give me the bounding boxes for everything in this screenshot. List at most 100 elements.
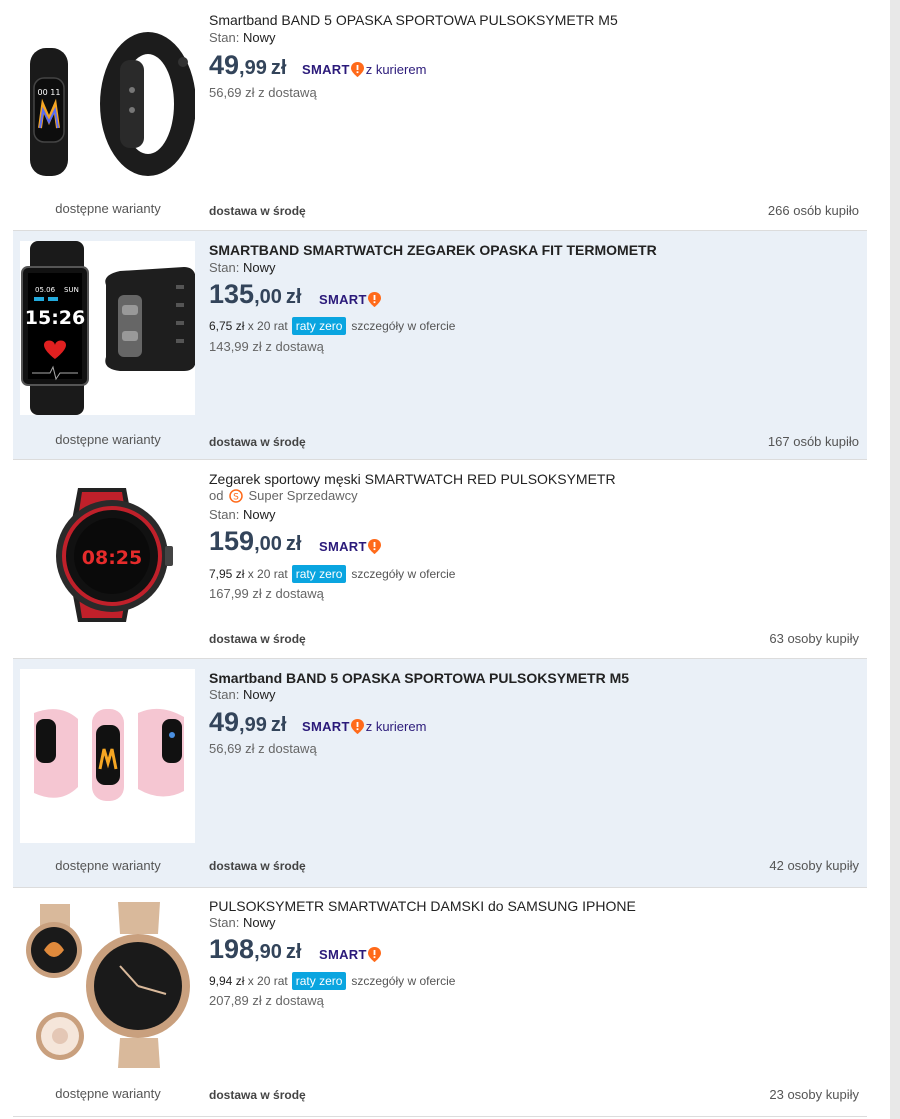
delivery-info: dostawa w środę — [209, 632, 306, 646]
price-currency: zł — [270, 57, 287, 79]
raty-zero-badge[interactable]: raty zero — [291, 972, 347, 990]
price-integer: 49 — [209, 50, 240, 80]
seller-name[interactable]: Super Sprzedawcy — [248, 488, 357, 503]
list-item[interactable]: dostępne warianty Smartband BAND 5 OPASK… — [13, 659, 867, 888]
smart-drop-icon — [350, 62, 364, 77]
smart-badge: SMART z kurierem — [302, 719, 426, 734]
smart-badge: SMART — [319, 292, 381, 307]
condition-label: Stan: — [209, 260, 240, 275]
list-item[interactable]: dostępne warianty PULSOKSYMETR SMARTWATC… — [13, 888, 867, 1117]
watch-time: 08:25 — [82, 547, 142, 569]
condition-line: Stan: Nowy — [209, 507, 276, 522]
condition-value: Nowy — [242, 507, 276, 522]
offer-title[interactable]: Smartband BAND 5 OPASKA SPORTOWA PULSOKS… — [209, 12, 618, 28]
installment-count: x 20 rat — [247, 319, 288, 333]
smart-badge: SMART — [319, 947, 381, 962]
installments-line: 6,75 zł x 20 rat raty zero szczegóły w o… — [209, 317, 455, 335]
list-item[interactable]: 00 11 dostępne warianty Smartband BAND 5… — [13, 0, 867, 231]
condition-line: Stan: Nowy — [209, 687, 276, 702]
price: 135,00 zł — [209, 279, 301, 310]
price-currency: zł — [270, 714, 287, 736]
offer-list: 00 11 dostępne warianty Smartband BAND 5… — [13, 0, 867, 1117]
price-decimal: ,99 — [239, 714, 267, 736]
delivery-info: dostawa w środę — [209, 859, 306, 873]
price-integer: 135 — [209, 279, 255, 309]
smart-word: SMART — [319, 292, 367, 307]
condition-value: Nowy — [242, 260, 276, 275]
smart-courier: z kurierem — [365, 719, 427, 734]
variants-label[interactable]: dostępne warianty — [13, 858, 203, 873]
bought-count: 63 osoby kupiły — [769, 631, 859, 646]
price: 49,99 zł — [209, 707, 286, 738]
pink-smartband-image[interactable] — [20, 669, 195, 843]
installment-count: x 20 rat — [247, 974, 288, 988]
offer-title[interactable]: SMARTBAND SMARTWATCH ZEGAREK OPASKA FIT … — [209, 242, 657, 258]
installment-details: szczegóły w ofercie — [351, 567, 456, 581]
smart-word: SMART — [319, 539, 367, 554]
installment-amount: 6,75 zł — [209, 319, 245, 333]
smart-courier: z kurierem — [365, 62, 427, 77]
installment-amount: 7,95 zł — [209, 567, 245, 581]
bought-count: 167 osób kupiło — [767, 434, 859, 449]
condition-value: Nowy — [242, 687, 276, 702]
offer-title[interactable]: PULSOKSYMETR SMARTWATCH DAMSKI do SAMSUN… — [209, 898, 636, 914]
raty-zero-badge[interactable]: raty zero — [291, 565, 347, 583]
smart-drop-icon — [367, 947, 381, 962]
installment-details: szczegóły w ofercie — [351, 974, 456, 988]
smart-word: SMART — [319, 947, 367, 962]
price-integer: 159 — [209, 526, 255, 556]
smart-badge: SMART — [319, 539, 381, 554]
svg-text:S: S — [234, 492, 240, 502]
price-integer: 49 — [209, 707, 240, 737]
black-smartband-image[interactable]: 00 11 — [20, 10, 195, 184]
seller-line: od S Super Sprzedawcy — [209, 488, 358, 503]
price-decimal: ,00 — [254, 286, 282, 308]
watch-date: 05.06 — [35, 286, 56, 294]
condition-label: Stan: — [209, 30, 240, 45]
installment-count: x 20 rat — [247, 567, 288, 581]
price-currency: zł — [285, 941, 302, 963]
bought-count: 23 osoby kupiły — [769, 1087, 859, 1102]
condition-label: Stan: — [209, 507, 240, 522]
price: 159,00 zł — [209, 526, 301, 557]
bought-count: 42 osoby kupiły — [769, 858, 859, 873]
raty-zero-badge[interactable]: raty zero — [291, 317, 347, 335]
price-currency: zł — [285, 286, 302, 308]
variants-label[interactable]: dostępne warianty — [13, 201, 203, 216]
list-item[interactable]: 08:25 Zegarek sportowy męski SMARTWATCH … — [13, 460, 867, 659]
installment-amount: 9,94 zł — [209, 974, 245, 988]
watch-time: 15:26 — [25, 307, 85, 329]
condition-value: Nowy — [242, 915, 276, 930]
red-sport-watch-image[interactable]: 08:25 — [20, 480, 195, 630]
smart-badge: SMART z kurierem — [302, 62, 426, 77]
installments-line: 9,94 zł x 20 rat raty zero szczegóły w o… — [209, 972, 455, 990]
variants-label[interactable]: dostępne warianty — [13, 1086, 203, 1101]
watch-day: SUN — [64, 286, 79, 294]
price-decimal: ,00 — [254, 533, 282, 555]
smart-word: SMART — [302, 719, 350, 734]
price-decimal: ,99 — [239, 57, 267, 79]
scrollbar[interactable] — [890, 0, 900, 1119]
variants-label[interactable]: dostępne warianty — [13, 432, 203, 447]
delivery-info: dostawa w środę — [209, 204, 306, 218]
price: 49,99 zł — [209, 50, 286, 81]
price: 198,90 zł — [209, 934, 301, 965]
price-integer: 198 — [209, 934, 255, 964]
condition-line: Stan: Nowy — [209, 260, 276, 275]
condition-line: Stan: Nowy — [209, 915, 276, 930]
condition-line: Stan: Nowy — [209, 30, 276, 45]
offer-title[interactable]: Zegarek sportowy męski SMARTWATCH RED PU… — [209, 471, 616, 487]
bought-count: 266 osób kupiło — [767, 203, 859, 218]
price-decimal: ,90 — [254, 941, 282, 963]
list-item[interactable]: 05.06 SUN 15:26 dostępne warianty SMARTB… — [13, 231, 867, 460]
delivery-info: dostawa w środę — [209, 1088, 306, 1102]
gold-women-watch-image[interactable] — [20, 898, 195, 1072]
price-with-delivery: 207,89 zł z dostawą — [209, 993, 324, 1008]
price-with-delivery: 56,69 zł z dostawą — [209, 741, 317, 756]
thermometer-smartwatch-image[interactable]: 05.06 SUN 15:26 — [20, 241, 195, 415]
price-with-delivery: 167,99 zł z dostawą — [209, 586, 324, 601]
seller-prefix: od — [209, 488, 224, 503]
offer-title[interactable]: Smartband BAND 5 OPASKA SPORTOWA PULSOKS… — [209, 670, 629, 686]
smart-drop-icon — [367, 539, 381, 554]
delivery-info: dostawa w środę — [209, 435, 306, 449]
